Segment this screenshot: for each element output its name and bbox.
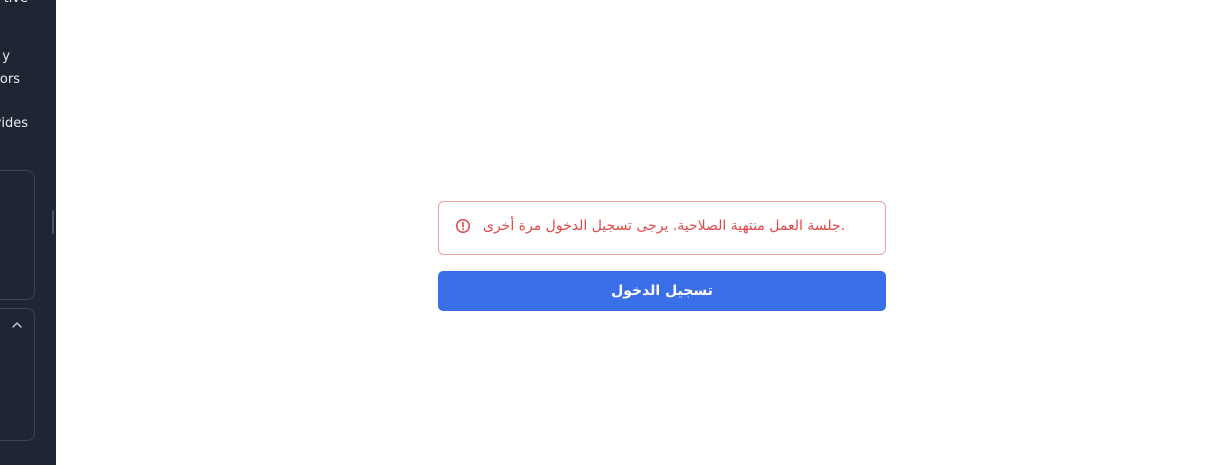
- alert-circle-icon: [455, 218, 471, 234]
- sidebar-fragment-3: vides: [0, 116, 28, 131]
- main-content: جلسة العمل منتهية الصلاحية. يرجى تسجيل ا…: [56, 0, 1209, 465]
- chevron-up-icon[interactable]: [11, 319, 23, 331]
- sidebar-card[interactable]: d: [0, 170, 35, 300]
- sidebar-resize-handle[interactable]: [52, 210, 54, 234]
- alert-message: جلسة العمل منتهية الصلاحية. يرجى تسجيل ا…: [483, 218, 846, 234]
- sidebar-fragment-1: y: [2, 49, 10, 64]
- sidebar-fragment-2: ors: [0, 72, 20, 87]
- sidebar: tive y ors vides d: [0, 0, 56, 465]
- login-button[interactable]: تسجيل الدخول: [438, 271, 886, 311]
- session-expired-alert: جلسة العمل منتهية الصلاحية. يرجى تسجيل ا…: [438, 201, 886, 255]
- sidebar-fragment-top: tive: [4, 0, 28, 7]
